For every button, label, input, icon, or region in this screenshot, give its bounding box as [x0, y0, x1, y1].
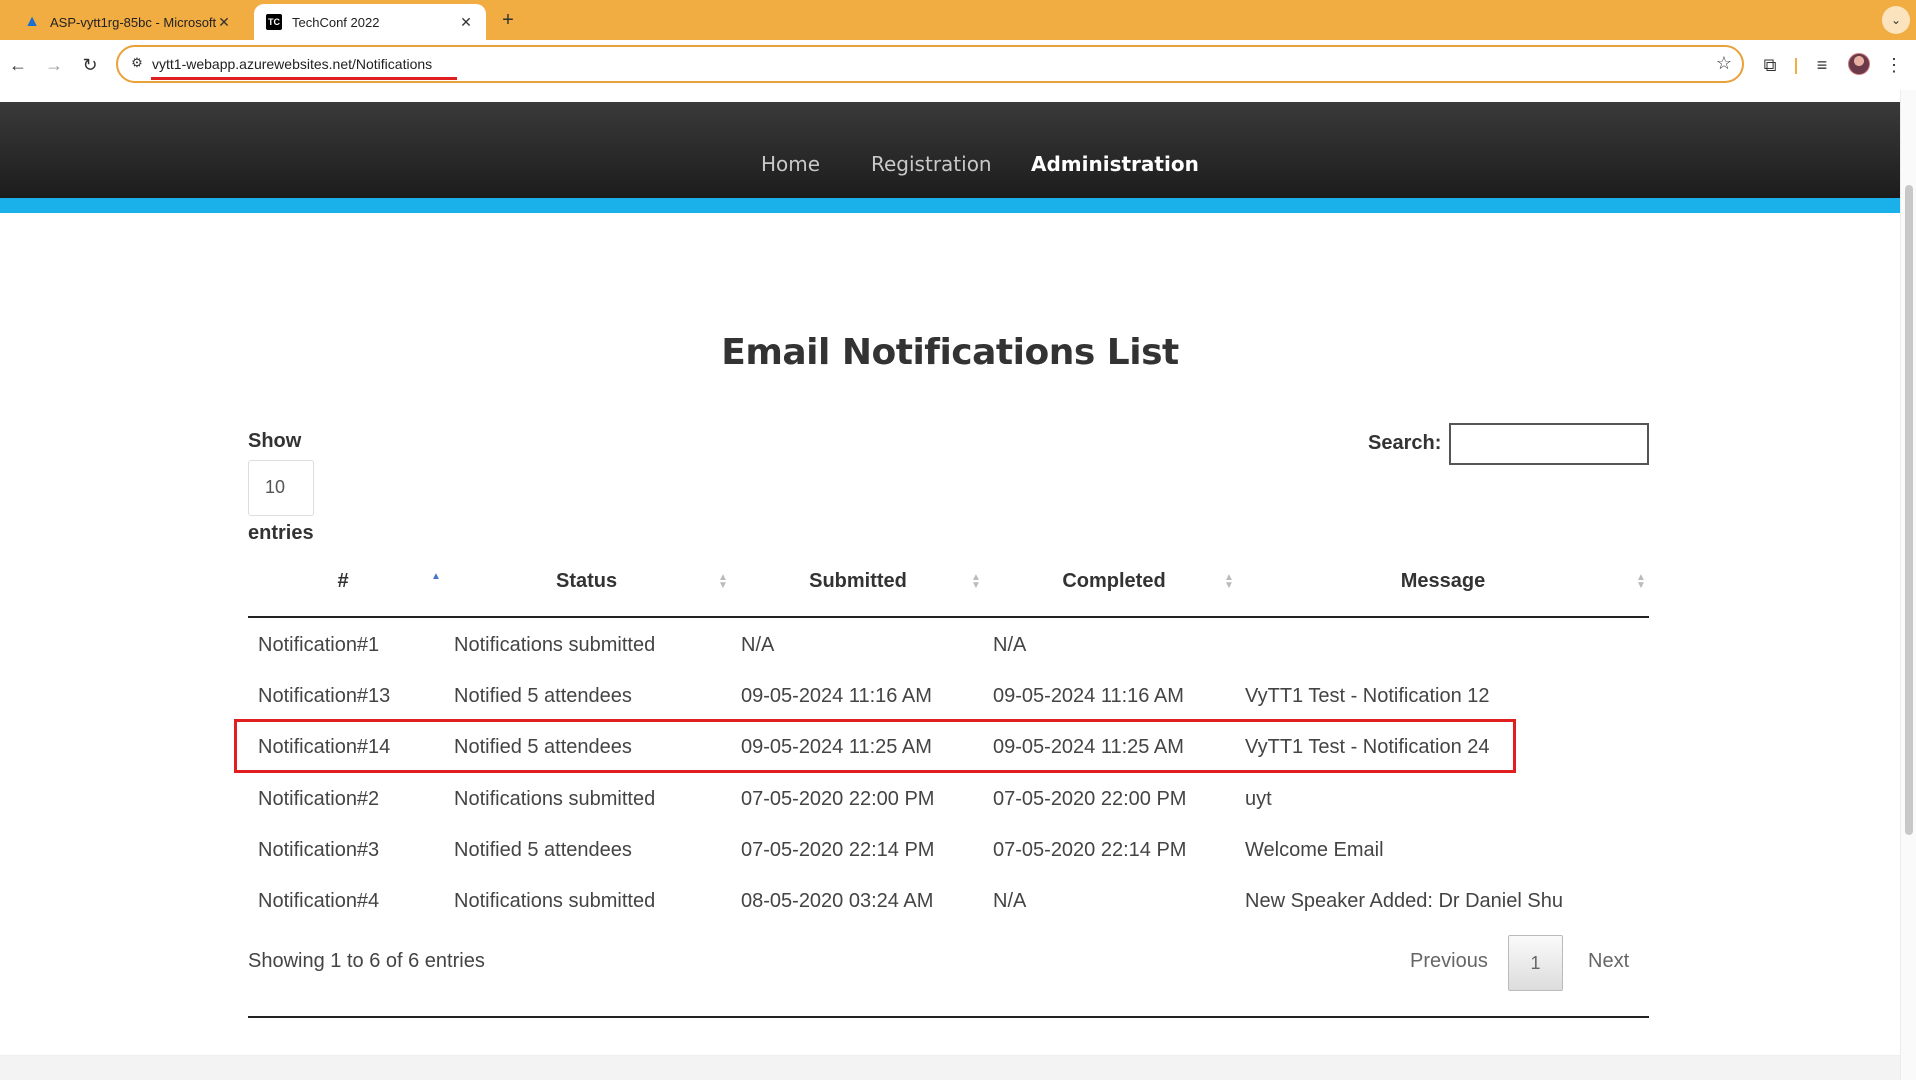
cell-completed: N/A: [993, 890, 1027, 912]
tab-title: TechConf 2022: [292, 14, 380, 30]
sort-both-icon[interactable]: ▲ ▼: [971, 573, 981, 591]
entries-per-page-select[interactable]: 10: [248, 460, 314, 516]
cell-submitted: N/A: [741, 634, 775, 656]
profile-avatar[interactable]: [1848, 53, 1870, 75]
techconf-icon: TC: [266, 14, 282, 30]
browser-toolbar: ← → ↻ ⚙ vytt1-webapp.azurewebsites.net/N…: [0, 40, 1916, 90]
cell-id: Notification#13: [258, 685, 391, 707]
cell-status: Notifications submitted: [454, 890, 656, 912]
table-bottom-border: [248, 1016, 1649, 1018]
cell-id: Notification#1: [258, 634, 380, 656]
sort-both-icon[interactable]: ▲ ▼: [1636, 573, 1646, 591]
bookmark-star-icon[interactable]: ☆: [1716, 53, 1732, 74]
column-header-submitted[interactable]: Submitted: [808, 570, 908, 593]
url-red-underline-annotation: [151, 77, 457, 80]
sort-both-icon[interactable]: ▲ ▼: [718, 573, 728, 591]
table-info: Showing 1 to 6 of 6 entries: [248, 950, 485, 972]
reload-icon[interactable]: ↻: [76, 51, 104, 79]
browser-chrome: ▲ ASP-vytt1rg-85bc - Microsoft Azure ✕ T…: [0, 0, 1916, 90]
site-navbar: Home Registration Administration: [0, 102, 1900, 210]
tab-search-chevron-icon[interactable]: ⌄: [1882, 6, 1910, 34]
forward-arrow-icon[interactable]: →: [40, 51, 68, 79]
back-arrow-icon[interactable]: ←: [4, 51, 32, 79]
nav-administration[interactable]: Administration: [1031, 152, 1199, 176]
page-viewport: Home Registration Administration Email N…: [0, 90, 1916, 1080]
table-row: Notification#13 Notified 5 attendees 09-…: [248, 671, 1649, 722]
tab-strip: ▲ ASP-vytt1rg-85bc - Microsoft Azure ✕ T…: [0, 0, 1916, 40]
cell-status: Notified 5 attendees: [454, 685, 632, 707]
table-row: Notification#1 Notifications submitted N…: [248, 620, 1649, 671]
cell-completed: 07-05-2020 22:00 PM: [993, 788, 1187, 810]
cell-submitted: 09-05-2024 11:16 AM: [741, 685, 932, 707]
footer: [0, 1055, 1900, 1080]
tab-techconf[interactable]: TC TechConf 2022 ✕: [254, 4, 486, 40]
cell-completed: N/A: [993, 634, 1027, 656]
cell-status: Notifications submitted: [454, 788, 656, 810]
cell-message: uyt: [1245, 788, 1272, 810]
search-input[interactable]: [1449, 423, 1649, 465]
kebab-menu-icon[interactable]: ⋮: [1880, 51, 1908, 79]
next-page-button[interactable]: Next: [1588, 950, 1629, 973]
previous-page-button[interactable]: Previous: [1410, 950, 1488, 973]
cell-message: VyTT1 Test - Notification 12: [1245, 685, 1490, 707]
sort-both-icon[interactable]: ▲ ▼: [1224, 573, 1234, 591]
close-tab-icon[interactable]: ✕: [458, 14, 474, 31]
table-row: Notification#4 Notifications submitted 0…: [248, 876, 1649, 927]
nav-registration[interactable]: Registration: [871, 152, 992, 176]
azure-icon: ▲: [24, 13, 40, 30]
cell-submitted: 07-05-2020 22:00 PM: [741, 788, 935, 810]
show-label: Show: [248, 430, 302, 452]
scrollbar-thumb[interactable]: [1905, 185, 1913, 835]
cell-submitted: 08-05-2020 03:24 AM: [741, 890, 934, 912]
sort-asc-icon[interactable]: ▲: [431, 572, 441, 582]
column-header-status[interactable]: Status: [556, 570, 617, 593]
cell-completed: 07-05-2020 22:14 PM: [993, 839, 1187, 861]
url-text[interactable]: vytt1-webapp.azurewebsites.net/Notificat…: [152, 56, 432, 72]
tab-azure-portal[interactable]: ▲ ASP-vytt1rg-85bc - Microsoft Azure ✕: [12, 5, 244, 39]
cell-id: Notification#4: [258, 890, 380, 912]
cell-message: Welcome Email: [1245, 839, 1384, 861]
nav-home[interactable]: Home: [761, 152, 820, 176]
toolbar-divider: [1795, 58, 1797, 74]
column-header-completed[interactable]: Completed: [1058, 570, 1170, 593]
extensions-icon[interactable]: ⧉: [1756, 51, 1784, 79]
media-controls-icon[interactable]: ≡: [1808, 51, 1836, 79]
vertical-scrollbar[interactable]: [1900, 90, 1916, 1080]
cell-message: New Speaker Added: Dr Daniel Shu: [1245, 890, 1563, 912]
table-header: # ▲ Status ▲ ▼ Submitted ▲ ▼ Completed ▲ ▼ …: [248, 540, 1649, 618]
site-info-icon[interactable]: ⚙: [128, 55, 146, 73]
cell-id: Notification#2: [258, 788, 380, 810]
new-tab-button[interactable]: +: [496, 7, 520, 33]
column-header-id[interactable]: #: [328, 570, 358, 593]
table-row: Notification#3 Notified 5 attendees 07-0…: [248, 825, 1649, 876]
table-row: Notification#2 Notifications submitted 0…: [248, 774, 1649, 825]
cell-id: Notification#3: [258, 839, 380, 861]
tab-title: ASP-vytt1rg-85bc - Microsoft Azure: [50, 14, 216, 30]
page-number-button[interactable]: 1: [1508, 935, 1563, 991]
search-label: Search:: [1368, 432, 1442, 454]
cell-completed: 09-05-2024 11:16 AM: [993, 685, 1184, 707]
address-bar[interactable]: ⚙ vytt1-webapp.azurewebsites.net/Notific…: [116, 45, 1744, 83]
close-tab-icon[interactable]: ✕: [216, 14, 232, 31]
cell-submitted: 07-05-2020 22:14 PM: [741, 839, 935, 861]
row-highlight-annotation: [234, 719, 1516, 773]
page-title: Email Notifications List: [721, 332, 1179, 373]
nav-accent-bar: [0, 198, 1900, 213]
column-header-message[interactable]: Message: [1398, 570, 1488, 593]
cell-status: Notifications submitted: [454, 634, 656, 656]
cell-status: Notified 5 attendees: [454, 839, 632, 861]
